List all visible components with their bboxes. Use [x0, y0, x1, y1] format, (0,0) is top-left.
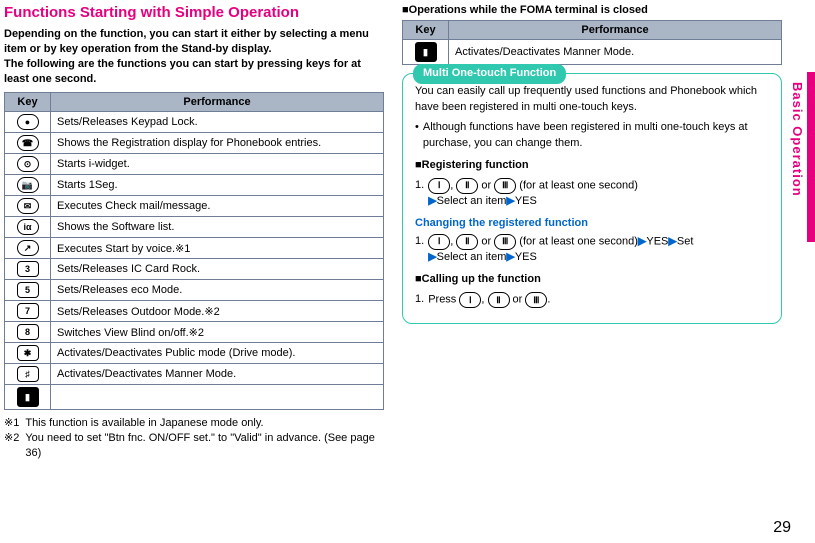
key-iii-icon: Ⅲ: [525, 292, 547, 308]
key-icon: ●: [17, 114, 39, 130]
key-ii-icon: Ⅱ: [456, 178, 478, 194]
key-iii-icon: Ⅲ: [494, 178, 516, 194]
changing-head: Changing the registered function: [415, 216, 769, 232]
section-title: Functions Starting with Simple Operation: [4, 4, 384, 21]
side-tab: Basic Operation: [797, 72, 815, 242]
multi-one-touch-callout: Multi One-touch Function You can easily …: [402, 73, 782, 324]
table-row: ♯ Activates/Deactivates Manner Mode.: [5, 364, 384, 385]
perf-cell: Executes Check mail/message.: [51, 196, 384, 217]
registering-head: ■Registering function: [415, 158, 769, 174]
key-icon: 7: [17, 303, 39, 319]
note-text: You need to set "Btn fnc. ON/OFF set." t…: [25, 431, 384, 461]
key-icon: 8: [17, 324, 39, 340]
page-number: 29: [773, 519, 791, 537]
key-icon: 5: [17, 282, 39, 298]
table-row: ✱ Activates/Deactivates Public mode (Driv…: [5, 343, 384, 364]
perf-cell: Activates/Deactivates Manner Mode.: [51, 364, 384, 385]
key-i-icon: Ⅰ: [459, 292, 481, 308]
left-column: Functions Starting with Simple Operation…: [4, 4, 384, 461]
table-row: 3 Sets/Releases IC Card Rock.: [5, 259, 384, 280]
th-perf: Performance: [449, 21, 782, 40]
key-icon: ✉: [17, 198, 39, 214]
arrow-icon: ▶: [506, 251, 514, 263]
side-key-icon: ▮: [17, 387, 39, 407]
key-icon: 📷: [17, 177, 39, 193]
perf-cell: Sets/Releases IC Card Rock.: [51, 259, 384, 280]
key-ii-icon: Ⅱ: [456, 234, 478, 250]
table-row: 7 Sets/Releases Outdoor Mode.※2: [5, 301, 384, 322]
note-ref: ※2: [4, 431, 19, 461]
th-key: Key: [403, 21, 449, 40]
note-ref: ※1: [4, 416, 19, 431]
table-row: ⊙ Starts i-widget.: [5, 154, 384, 175]
callout-bullet: Although functions have been registered …: [423, 120, 769, 152]
key-icon: ♯: [17, 366, 39, 382]
footnotes: ※1 This function is available in Japanese…: [4, 416, 384, 461]
closed-ops-head: ■Operations while the FOMA terminal is c…: [402, 4, 782, 16]
callout-body: You can easily call up frequently used f…: [415, 84, 769, 116]
perf-cell: Activates/Deactivates Manner Mode.: [449, 40, 782, 65]
note-text: This function is available in Japanese m…: [25, 416, 263, 431]
table-row: 8 Switches View Blind on/off.※2: [5, 322, 384, 343]
right-column: ■Operations while the FOMA terminal is c…: [402, 4, 782, 461]
perf-cell: Sets/Releases eco Mode.: [51, 280, 384, 301]
table-row: ● Sets/Releases Keypad Lock.: [5, 112, 384, 133]
step-number: 1.: [415, 292, 424, 308]
step-number: 1.: [415, 234, 424, 266]
key-i-icon: Ⅰ: [428, 178, 450, 194]
side-tab-label: Basic Operation: [790, 82, 805, 197]
perf-cell: Activates/Deactivates Public mode (Drive…: [51, 343, 384, 364]
perf-cell: Executes Start by voice.※1: [51, 238, 384, 259]
key-icon: ⊙: [17, 156, 39, 172]
perf-cell: [51, 385, 384, 410]
perf-cell: Shows the Software list.: [51, 217, 384, 238]
table-row: ▮ Activates/Deactivates Manner Mode.: [403, 40, 782, 65]
table-row: 5 Sets/Releases eco Mode.: [5, 280, 384, 301]
table-row: ↗ Executes Start by voice.※1: [5, 238, 384, 259]
key-icon: ↗: [17, 240, 39, 256]
th-key: Key: [5, 93, 51, 112]
arrow-icon: ▶: [428, 195, 436, 207]
key-iii-icon: Ⅲ: [494, 234, 516, 250]
table-row: ☎ Shows the Registration display for Phon…: [5, 133, 384, 154]
intro-text: Depending on the function, you can start…: [4, 27, 384, 86]
perf-cell: Switches View Blind on/off.※2: [51, 322, 384, 343]
table-row: iα Shows the Software list.: [5, 217, 384, 238]
key-table-left: Key Performance ● Sets/Releases Keypad Lo…: [4, 92, 384, 410]
key-icon: ☎: [17, 135, 39, 151]
perf-cell: Starts i-widget.: [51, 154, 384, 175]
step-body: Ⅰ, Ⅱ or Ⅲ (for at least one second) ▶Sel…: [428, 178, 638, 210]
perf-cell: Starts 1Seg.: [51, 175, 384, 196]
key-ii-icon: Ⅱ: [488, 292, 510, 308]
step-body: Press Ⅰ, Ⅱ or Ⅲ.: [428, 292, 550, 308]
perf-cell: Sets/Releases Outdoor Mode.※2: [51, 301, 384, 322]
step-body: Ⅰ, Ⅱ or Ⅲ (for at least one second)▶YES▶…: [428, 234, 693, 266]
perf-cell: Shows the Registration display for Phone…: [51, 133, 384, 154]
th-perf: Performance: [51, 93, 384, 112]
perf-cell: Sets/Releases Keypad Lock.: [51, 112, 384, 133]
key-i-icon: Ⅰ: [428, 234, 450, 250]
table-row: 📷 Starts 1Seg.: [5, 175, 384, 196]
arrow-icon: ▶: [506, 195, 514, 207]
key-icon: iα: [17, 219, 39, 235]
table-row: ▮: [5, 385, 384, 410]
calling-head: ■Calling up the function: [415, 272, 769, 288]
side-tab-bar: [807, 72, 815, 242]
callout-tab: Multi One-touch Function: [413, 64, 566, 84]
key-table-right: Key Performance ▮ Activates/Deactivates M…: [402, 20, 782, 65]
step-number: 1.: [415, 178, 424, 210]
arrow-icon: ▶: [668, 235, 676, 247]
side-key-icon: ▮: [415, 42, 437, 62]
key-icon: ✱: [17, 345, 39, 361]
key-icon: 3: [17, 261, 39, 277]
arrow-icon: ▶: [428, 251, 436, 263]
table-row: ✉ Executes Check mail/message.: [5, 196, 384, 217]
